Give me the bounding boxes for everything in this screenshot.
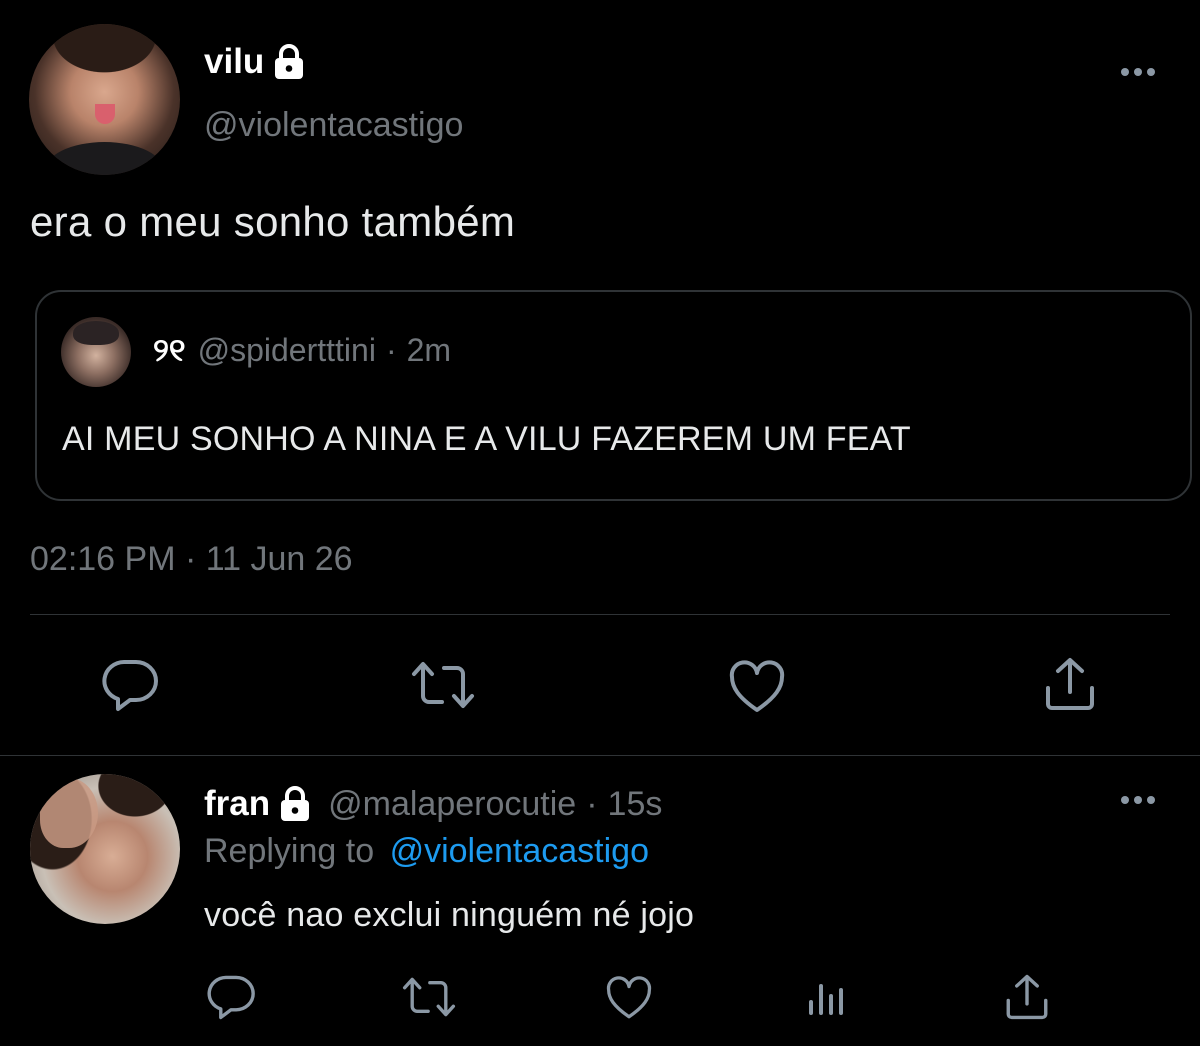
reply-author-handle[interactable]: @malaperocutie: [328, 785, 576, 824]
retweet-icon[interactable]: [410, 660, 476, 710]
quoted-author-name: ୨୧: [153, 332, 186, 368]
reply-author-row: fran @malaperocutie · 15s: [204, 784, 662, 824]
reply-text: você nao exclui ninguém né jojo: [204, 896, 695, 934]
avatar-tongue: [95, 104, 115, 124]
replying-to-line: Replying to @violentacastigo: [204, 832, 649, 871]
author-handle[interactable]: @violentacastigo: [204, 106, 463, 145]
author-name[interactable]: vilu: [204, 42, 264, 82]
reply-time: 15s: [607, 784, 663, 823]
tweet-text: era o meu sonho também: [30, 198, 516, 245]
more-horizontal-icon[interactable]: [1118, 60, 1158, 89]
heart-icon[interactable]: [728, 660, 786, 714]
heart-icon[interactable]: [605, 976, 653, 1020]
avatar-hat: [73, 321, 119, 345]
reply-author-name[interactable]: fran: [204, 784, 270, 824]
reply-author-avatar[interactable]: [30, 774, 180, 924]
quoted-tweet[interactable]: [35, 290, 1192, 501]
avatar-hand: [40, 778, 98, 848]
reply-icon[interactable]: [207, 974, 255, 1020]
reply-separator: ·: [586, 784, 598, 823]
quoted-tweet-text: AI MEU SONHO A NINA E A VILU FAZEREM UM …: [62, 420, 911, 458]
reply-icon[interactable]: [102, 658, 158, 712]
replying-to-mention[interactable]: @violentacastigo: [390, 832, 649, 870]
divider: [30, 614, 1170, 615]
replying-to-label: Replying to: [204, 832, 375, 870]
quoted-author-row: ୨୧ @spidertttini · 2m: [153, 332, 451, 370]
author-avatar[interactable]: [29, 24, 180, 175]
quoted-time: 2m: [406, 332, 452, 368]
section-divider: [0, 755, 1200, 756]
analytics-icon[interactable]: [806, 980, 848, 1018]
quoted-author-handle: @spidertttini: [197, 332, 376, 368]
quoted-separator: ·: [385, 332, 397, 368]
quoted-author-avatar: [61, 317, 131, 387]
lock-icon: [272, 44, 306, 80]
share-icon[interactable]: [1043, 656, 1097, 712]
more-horizontal-icon[interactable]: [1118, 788, 1158, 817]
author-name-row: vilu: [204, 42, 306, 82]
tweet-timestamp[interactable]: 02:16 PM · 11 Jun 26: [30, 540, 353, 579]
retweet-icon[interactable]: [401, 976, 457, 1018]
lock-icon: [278, 786, 312, 822]
share-icon[interactable]: [1004, 973, 1050, 1021]
